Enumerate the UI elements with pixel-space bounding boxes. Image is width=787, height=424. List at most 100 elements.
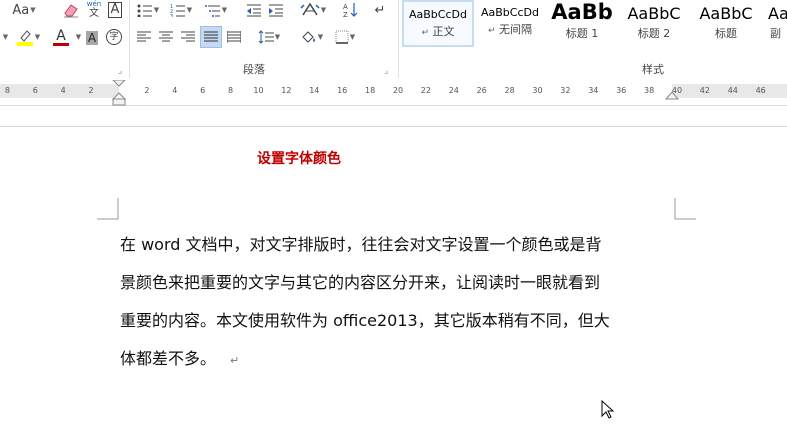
bullet-list-icon: [137, 4, 152, 17]
line-spacing-icon: [258, 30, 274, 44]
chevron-down-icon: ▼: [34, 33, 41, 41]
page-top-edge: [0, 126, 787, 127]
chevron-down-icon: ▼: [2, 33, 9, 41]
numbering-button[interactable]: 1 2 3 ▼: [166, 0, 196, 20]
indent-marker-icon[interactable]: [112, 80, 126, 106]
align-left-button[interactable]: [134, 27, 154, 47]
paragraph-line-2: 景颜色来把重要的文字与其它的内容区分开来，让阅读时一眼就看到: [120, 273, 601, 292]
multilevel-list-button[interactable]: ▼: [200, 0, 232, 20]
line-spacing-button[interactable]: ▼: [254, 27, 284, 47]
ruler-tick-label: 6: [200, 86, 206, 95]
ruler-tick-label: 36: [616, 86, 627, 95]
style-normal[interactable]: AaBbCcDd ↵ 正文: [402, 0, 474, 47]
chevron-down-icon: ▼: [274, 33, 281, 41]
borders-icon: [335, 30, 349, 44]
group-separator: [398, 0, 399, 78]
chevron-down-icon: ▼: [153, 6, 160, 14]
decrease-indent-button[interactable]: [244, 0, 264, 20]
paint-bucket-icon: [302, 31, 315, 43]
ribbon: Aa ▼ wén 文 A ▼ ▼ A ▼ A 字 ⌟ ▼ 1 2 3 ▼ ▼ ▼…: [0, 0, 787, 81]
change-case-button[interactable]: Aa ▼: [2, 0, 46, 20]
shading-button[interactable]: ▼: [296, 27, 326, 47]
ruler-tick-label: 4: [60, 86, 66, 95]
ruler-tick-label: 44: [727, 86, 738, 95]
styles-gallery: AaBbCcDd ↵ 正文 AaBbCcDd ↵ 无间隔 AaBb 标题 1 A…: [402, 0, 787, 47]
ruler-tick-label: 32: [560, 86, 571, 95]
ruler-tick-label: 2: [88, 86, 94, 95]
phonetic-guide-button[interactable]: wén 文: [84, 0, 104, 20]
enclose-characters-button[interactable]: 字: [104, 27, 124, 47]
ruler-tick-label: 2: [144, 86, 150, 95]
chevron-down-icon: ▼: [349, 33, 356, 41]
style-name: 无间隔: [499, 23, 533, 36]
style-heading-1[interactable]: AaBb 标题 1: [546, 0, 618, 47]
character-border-button[interactable]: A: [106, 0, 124, 20]
bullets-button[interactable]: ▼: [134, 0, 162, 20]
highlighter-icon: [16, 30, 33, 46]
align-left-icon: [137, 31, 151, 42]
increase-indent-button[interactable]: [266, 0, 286, 20]
distributed-icon: [227, 31, 241, 43]
ruler-tick-label: 6: [32, 86, 38, 95]
multilevel-list-icon: [204, 5, 220, 17]
font-color-button[interactable]: A: [46, 27, 76, 47]
paragraph-dialog-launcher[interactable]: ⌟: [384, 66, 388, 76]
align-right-button[interactable]: [178, 27, 198, 47]
justify-button[interactable]: [200, 26, 222, 48]
chinese-layout-button[interactable]: ▼: [296, 0, 330, 20]
ruler-tick-label: 46: [755, 86, 766, 95]
phonetic-bottom: 文: [89, 8, 99, 19]
ruler-tick-label: 30: [532, 86, 543, 95]
character-shading-label: A: [85, 31, 99, 45]
chevron-down-icon: ▼: [186, 6, 193, 14]
mouse-cursor-icon: [601, 400, 615, 419]
font-color-label: A: [56, 27, 66, 44]
style-title[interactable]: AaBbC 标题: [690, 0, 762, 47]
style-name: 标题 2: [637, 27, 671, 40]
style-preview: AaI: [768, 4, 787, 23]
change-case-label: Aa: [12, 2, 30, 18]
font-color-dropdown[interactable]: ▼: [74, 27, 82, 47]
show-formatting-marks-button[interactable]: ↵: [370, 0, 390, 20]
paragraph-group-label: 段落: [243, 63, 265, 76]
paragraph-mark-icon: ↵: [487, 26, 496, 36]
ruler-tick-label: 26: [476, 86, 487, 95]
clear-formatting-button[interactable]: [60, 0, 82, 20]
paragraph-line-4-text: 体都差不多。: [120, 349, 217, 368]
distributed-button[interactable]: [224, 27, 244, 47]
chevron-down-icon: ▼: [75, 33, 82, 41]
document-area[interactable]: 设置字体颜色 在 word 文档中，对文字排版时，往往会对文字设置一个颜色或是背…: [0, 106, 787, 424]
align-center-button[interactable]: [156, 27, 176, 47]
document-title[interactable]: 设置字体颜色: [257, 148, 341, 168]
ruler-tick-label: 10: [253, 86, 264, 95]
svg-text:3: 3: [170, 14, 173, 17]
character-shading-button[interactable]: A: [84, 28, 100, 48]
align-center-icon: [159, 31, 173, 42]
style-no-spacing[interactable]: AaBbCcDd ↵ 无间隔: [474, 0, 546, 47]
sort-button[interactable]: A Z: [340, 0, 360, 20]
decrease-indent-icon: [247, 4, 261, 17]
effects-dropdown[interactable]: ▼: [0, 27, 10, 47]
margin-corner-left: [97, 198, 119, 220]
ruler-tick-label: 18: [365, 86, 376, 95]
borders-button[interactable]: ▼: [330, 27, 360, 47]
chinese-layout-icon: [300, 2, 320, 16]
body-paragraph[interactable]: 在 word 文档中，对文字排版时，往往会对文字设置一个颜色或是背 景颜色来把重…: [120, 226, 680, 378]
ruler-tick-label: 14: [309, 86, 320, 95]
ruler-tick-label: 22: [420, 86, 431, 95]
ruler-tick-label: 12: [281, 86, 292, 95]
ruler-tick-label: 24: [448, 86, 459, 95]
font-dialog-launcher[interactable]: ⌟: [118, 66, 122, 76]
style-heading-2[interactable]: AaBbC 标题 2: [618, 0, 690, 47]
paragraph-line-3: 重要的内容。本文使用软件为 office2013，其它版本稍有不同，但大: [120, 311, 610, 330]
ruler-tick-label: 16: [337, 86, 348, 95]
style-subtitle[interactable]: AaI 副: [762, 0, 787, 47]
style-name: 标题 1: [565, 27, 599, 40]
highlight-button[interactable]: ▼: [14, 27, 42, 47]
ruler-tick-label: 38: [644, 86, 655, 95]
paragraph-mark-icon: ↵: [230, 354, 240, 367]
horizontal-ruler[interactable]: 8 6 4 2 2 4 6 8 10 12 14 16 18 20 22 24 26 28 30 32 34 36 38 40…: [0, 80, 787, 106]
style-name: 副: [770, 27, 781, 40]
right-indent-marker-icon[interactable]: [665, 92, 679, 102]
enclose-characters-label: 字: [106, 29, 122, 45]
